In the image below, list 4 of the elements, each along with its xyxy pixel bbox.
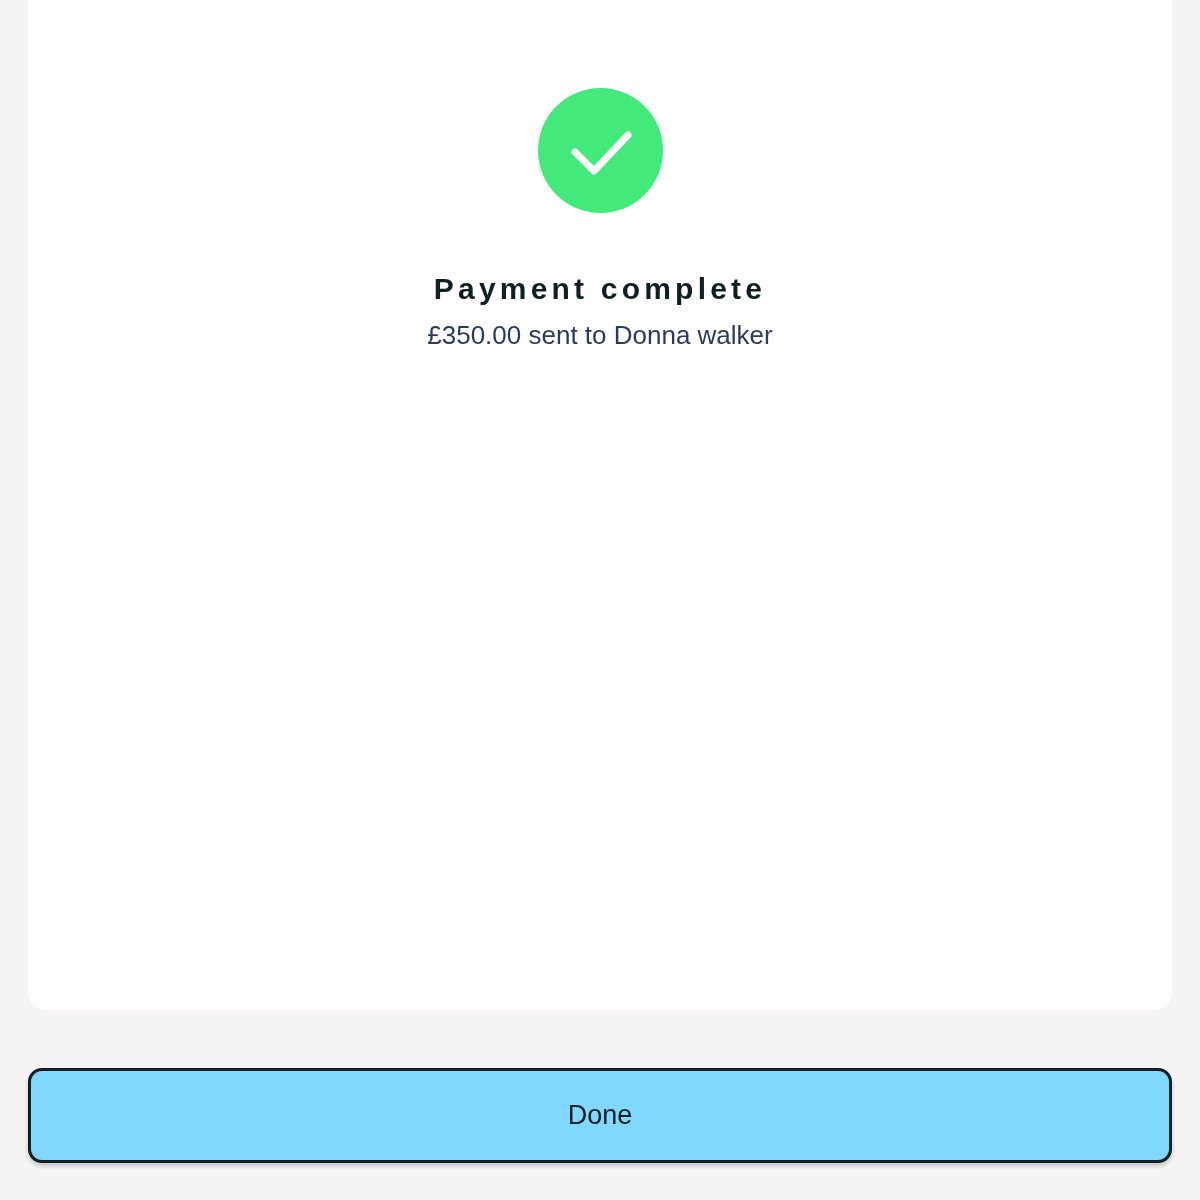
done-button[interactable]: Done [28, 1068, 1172, 1163]
title: Payment complete [433, 271, 767, 307]
message: £350.00 sent to Donna walker [427, 319, 773, 351]
checkmark-icon [537, 88, 663, 213]
